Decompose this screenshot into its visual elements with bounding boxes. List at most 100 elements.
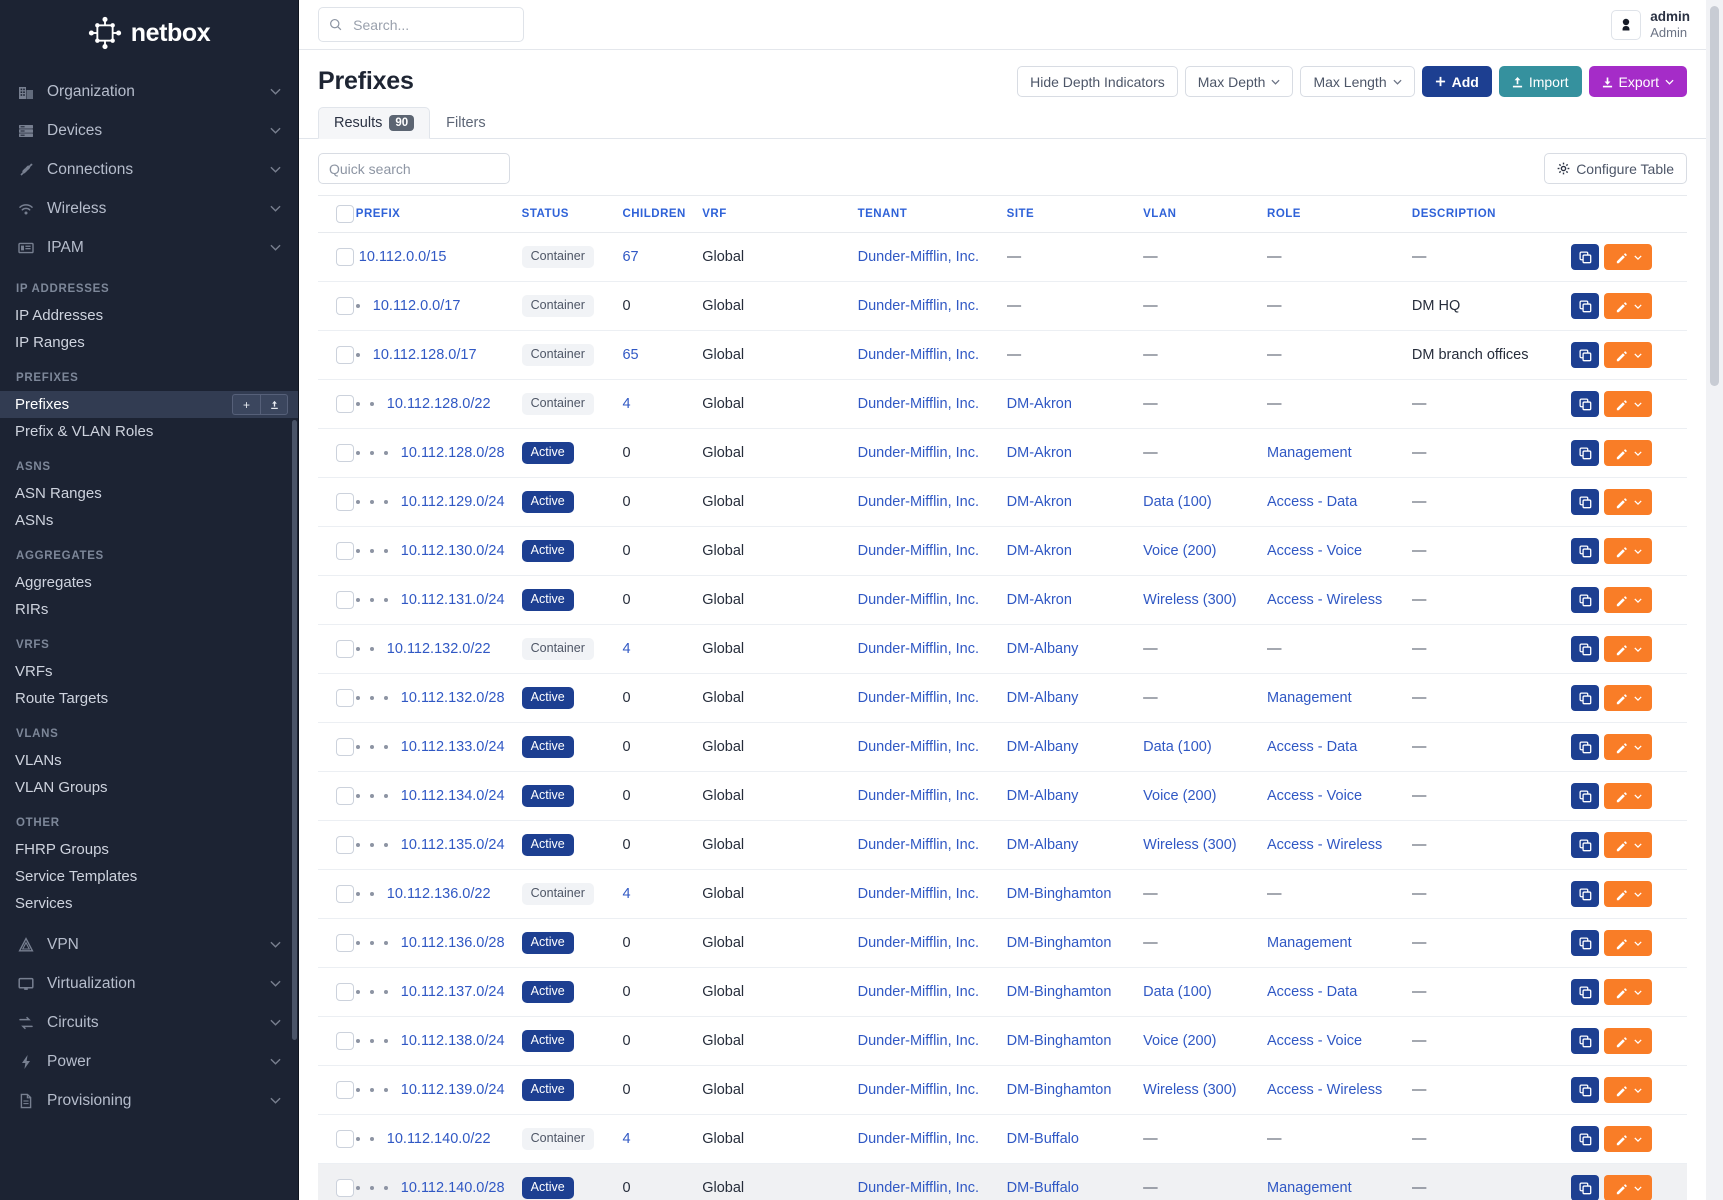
edit-row-button[interactable] <box>1604 832 1652 858</box>
cell-vlan-value[interactable]: Wireless (300) <box>1143 592 1236 608</box>
column-header-description[interactable]: DESCRIPTION <box>1412 196 1572 233</box>
row-checkbox[interactable] <box>336 934 354 952</box>
row-checkbox[interactable] <box>336 983 354 1001</box>
sidebar-scrollbar[interactable] <box>292 420 297 1040</box>
clone-row-button[interactable] <box>1571 293 1599 319</box>
cell-tenant-value[interactable]: Dunder-Mifflin, Inc. <box>858 739 979 755</box>
cell-site-value[interactable]: DM-Akron <box>1007 494 1072 510</box>
row-checkbox[interactable] <box>336 248 354 266</box>
table-row[interactable]: 10.112.136.0/28Active0GlobalDunder-Miffl… <box>318 919 1687 968</box>
column-header-status[interactable]: STATUS <box>522 196 623 233</box>
tab-filters[interactable]: Filters <box>430 107 501 139</box>
cell-vlan-value[interactable]: Data (100) <box>1143 494 1212 510</box>
row-checkbox[interactable] <box>336 395 354 413</box>
search-input[interactable] <box>351 16 513 34</box>
clone-row-button[interactable] <box>1571 489 1599 515</box>
children-count[interactable]: 4 <box>622 1131 630 1147</box>
table-row[interactable]: 10.112.130.0/24Active0GlobalDunder-Miffl… <box>318 527 1687 576</box>
sidebar-group-provisioning[interactable]: Provisioning <box>0 1081 298 1120</box>
edit-row-button[interactable] <box>1604 881 1652 907</box>
sidebar-group-organization[interactable]: Organization <box>0 72 298 111</box>
cell-tenant-value[interactable]: Dunder-Mifflin, Inc. <box>858 886 979 902</box>
cell-role-value[interactable]: Access - Voice <box>1267 788 1362 804</box>
sidebar-item-asn-ranges[interactable]: ASN Ranges <box>0 480 298 507</box>
edit-row-button[interactable] <box>1604 244 1652 270</box>
clone-row-button[interactable] <box>1571 783 1599 809</box>
column-header-vlan[interactable]: VLAN <box>1143 196 1267 233</box>
row-checkbox[interactable] <box>336 591 354 609</box>
cell-site-value[interactable]: DM-Binghamton <box>1007 1082 1112 1098</box>
prefix-link[interactable]: 10.112.0.0/15 <box>359 249 447 265</box>
sidebar-item-vlans[interactable]: VLANs <box>0 747 298 774</box>
cell-role-value[interactable]: Access - Data <box>1267 984 1357 1000</box>
row-checkbox[interactable] <box>336 1179 354 1197</box>
prefix-link[interactable]: 10.112.136.0/22 <box>387 886 491 902</box>
clone-row-button[interactable] <box>1571 440 1599 466</box>
sidebar-group-vpn[interactable]: VPN <box>0 925 298 964</box>
sidebar-item-fhrp-groups[interactable]: FHRP Groups <box>0 836 298 863</box>
brand[interactable]: netbox <box>0 0 298 58</box>
cell-vlan-value[interactable]: Voice (200) <box>1143 543 1216 559</box>
configure-table-button[interactable]: Configure Table <box>1544 153 1687 184</box>
sidebar-item-prefixes[interactable]: Prefixes+ <box>0 391 298 418</box>
cell-vlan-value[interactable]: Voice (200) <box>1143 788 1216 804</box>
table-row[interactable]: 10.112.132.0/28Active0GlobalDunder-Miffl… <box>318 674 1687 723</box>
prefix-link[interactable]: 10.112.132.0/22 <box>387 641 491 657</box>
table-row[interactable]: 10.112.0.0/15Container67GlobalDunder-Mif… <box>318 233 1687 282</box>
cell-role-value[interactable]: Access - Wireless <box>1267 592 1382 608</box>
clone-row-button[interactable] <box>1571 244 1599 270</box>
prefix-link[interactable]: 10.112.140.0/22 <box>387 1131 491 1147</box>
sidebar-add-prefix-button[interactable]: + <box>232 394 260 415</box>
prefix-link[interactable]: 10.112.135.0/24 <box>401 837 505 853</box>
prefix-link[interactable]: 10.112.137.0/24 <box>401 984 505 1000</box>
table-row[interactable]: 10.112.138.0/24Active0GlobalDunder-Miffl… <box>318 1017 1687 1066</box>
prefix-link[interactable]: 10.112.133.0/24 <box>401 739 505 755</box>
row-checkbox[interactable] <box>336 836 354 854</box>
clone-row-button[interactable] <box>1571 685 1599 711</box>
cell-vlan-value[interactable]: Wireless (300) <box>1143 837 1236 853</box>
edit-row-button[interactable] <box>1604 440 1652 466</box>
cell-vlan-value[interactable]: Wireless (300) <box>1143 1082 1236 1098</box>
sidebar-group-virtualization[interactable]: Virtualization <box>0 964 298 1003</box>
clone-row-button[interactable] <box>1571 1175 1599 1200</box>
row-checkbox[interactable] <box>336 738 354 756</box>
tab-results[interactable]: Results 90 <box>318 107 430 139</box>
prefix-link[interactable]: 10.112.140.0/28 <box>401 1180 505 1196</box>
table-row[interactable]: 10.112.134.0/24Active0GlobalDunder-Miffl… <box>318 772 1687 821</box>
prefix-link[interactable]: 10.112.132.0/28 <box>401 690 505 706</box>
prefix-link[interactable]: 10.112.128.0/22 <box>387 396 491 412</box>
table-row[interactable]: 10.112.136.0/22Container4GlobalDunder-Mi… <box>318 870 1687 919</box>
cell-tenant-value[interactable]: Dunder-Mifflin, Inc. <box>858 837 979 853</box>
select-all-checkbox[interactable] <box>336 205 354 223</box>
table-row[interactable]: 10.112.140.0/28Active0GlobalDunder-Miffl… <box>318 1164 1687 1200</box>
cell-role-value[interactable]: Access - Wireless <box>1267 1082 1382 1098</box>
edit-row-button[interactable] <box>1604 342 1652 368</box>
children-count[interactable]: 65 <box>622 347 638 363</box>
cell-site-value[interactable]: DM-Albany <box>1007 690 1079 706</box>
children-count[interactable]: 4 <box>622 396 630 412</box>
sidebar-item-ip-ranges[interactable]: IP Ranges <box>0 329 298 356</box>
sidebar-item-ip-addresses[interactable]: IP Addresses <box>0 302 298 329</box>
cell-site-value[interactable]: DM-Binghamton <box>1007 935 1112 951</box>
cell-site-value[interactable]: DM-Albany <box>1007 837 1079 853</box>
cell-site-value[interactable]: DM-Albany <box>1007 641 1079 657</box>
cell-site-value[interactable]: DM-Akron <box>1007 396 1072 412</box>
row-checkbox[interactable] <box>336 444 354 462</box>
prefix-link[interactable]: 10.112.128.0/17 <box>373 347 477 363</box>
cell-site-value[interactable]: DM-Akron <box>1007 592 1072 608</box>
cell-role-value[interactable]: Access - Data <box>1267 739 1357 755</box>
clone-row-button[interactable] <box>1571 930 1599 956</box>
clone-row-button[interactable] <box>1571 538 1599 564</box>
row-checkbox[interactable] <box>336 297 354 315</box>
import-button[interactable]: Import <box>1499 66 1582 97</box>
table-row[interactable]: 10.112.133.0/24Active0GlobalDunder-Miffl… <box>318 723 1687 772</box>
children-count[interactable]: 4 <box>622 641 630 657</box>
prefix-link[interactable]: 10.112.128.0/28 <box>401 445 505 461</box>
cell-role-value[interactable]: Management <box>1267 935 1352 951</box>
table-row[interactable]: 10.112.128.0/22Container4GlobalDunder-Mi… <box>318 380 1687 429</box>
cell-tenant-value[interactable]: Dunder-Mifflin, Inc. <box>858 1033 979 1049</box>
sidebar-item-vlan-groups[interactable]: VLAN Groups <box>0 774 298 801</box>
sidebar-group-devices[interactable]: Devices <box>0 111 298 150</box>
column-header-prefix[interactable]: PREFIX <box>356 196 522 233</box>
clone-row-button[interactable] <box>1571 881 1599 907</box>
